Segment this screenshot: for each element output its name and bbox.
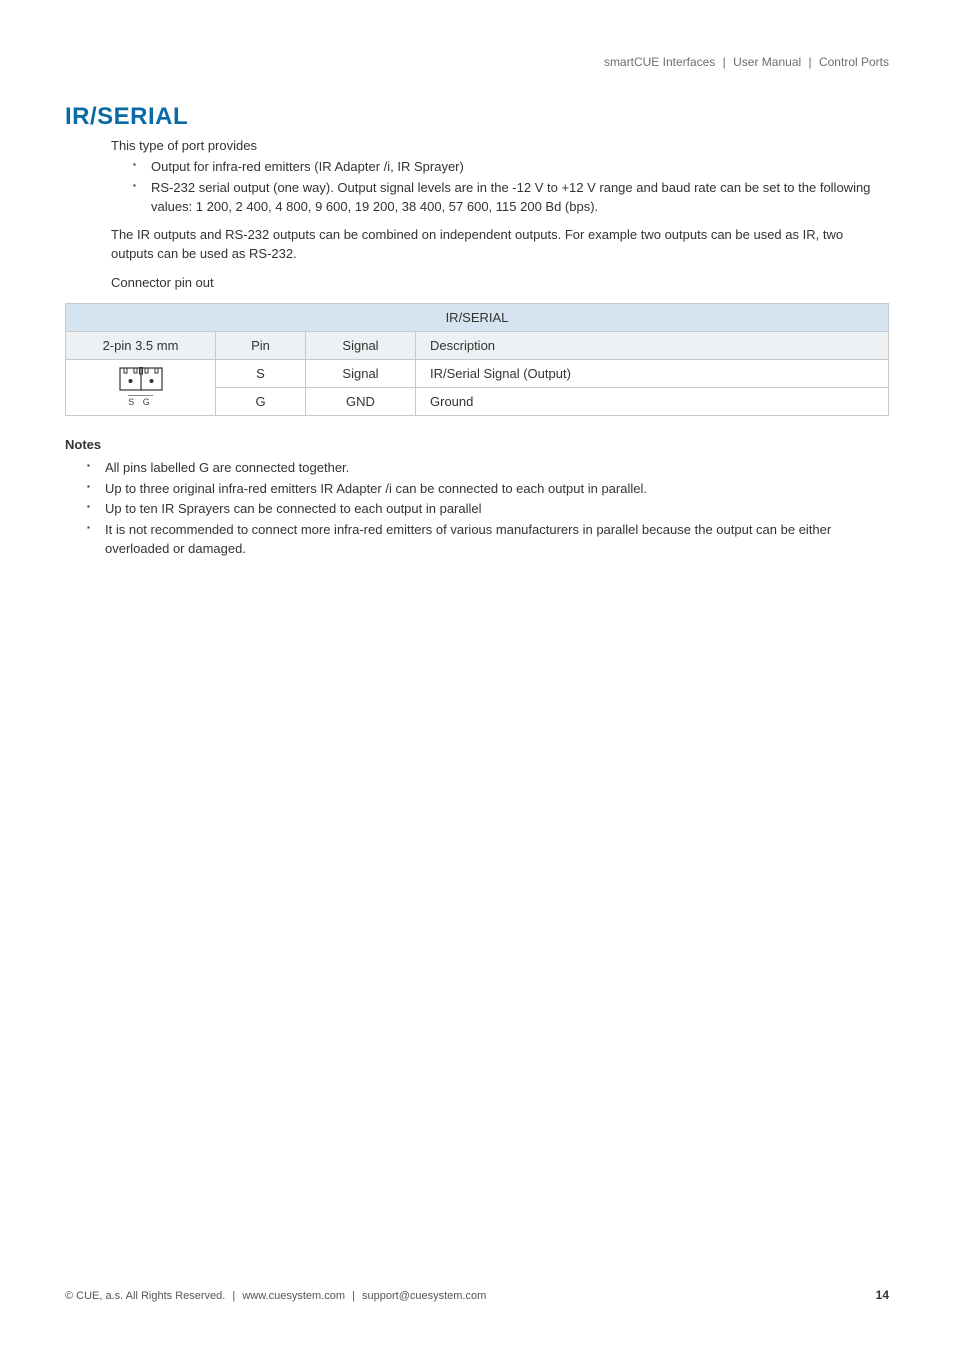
table-cell-description: Ground bbox=[416, 387, 889, 415]
pinout-label: Connector pin out bbox=[111, 274, 889, 293]
footer-copyright: © CUE, a.s. All Rights Reserved. bbox=[65, 1290, 225, 1302]
breadcrumb-doc: User Manual bbox=[733, 55, 801, 69]
intro-text: This type of port provides bbox=[111, 137, 889, 156]
table-cell-signal: Signal bbox=[306, 359, 416, 387]
footer-url: www.cuesystem.com bbox=[242, 1290, 345, 1302]
breadcrumb-section: Control Ports bbox=[819, 55, 889, 69]
page-number: 14 bbox=[876, 1288, 889, 1302]
table-cell-description: IR/Serial Signal (Output) bbox=[416, 359, 889, 387]
table-cell-pin: G bbox=[216, 387, 306, 415]
list-item: RS-232 serial output (one way). Output s… bbox=[151, 179, 889, 217]
table-title: IR/SERIAL bbox=[66, 303, 889, 331]
footer-sep: | bbox=[232, 1290, 235, 1302]
section-heading: IR/SERIAL bbox=[65, 103, 889, 131]
list-item: Output for infra-red emitters (IR Adapte… bbox=[151, 158, 889, 177]
connector-icon bbox=[119, 367, 163, 391]
page-footer: © CUE, a.s. All Rights Reserved. | www.c… bbox=[65, 1288, 889, 1302]
list-item: All pins labelled G are connected togeth… bbox=[105, 459, 889, 478]
list-item: Up to ten IR Sprayers can be connected t… bbox=[105, 500, 889, 519]
table-cell-pin: S bbox=[216, 359, 306, 387]
table-header-description: Description bbox=[416, 331, 889, 359]
footer-email: support@cuesystem.com bbox=[362, 1290, 486, 1302]
connector-diagram-cell: S G bbox=[66, 359, 216, 415]
breadcrumb-product: smartCUE Interfaces bbox=[604, 55, 715, 69]
list-item: It is not recommended to connect more in… bbox=[105, 521, 889, 559]
table-header-signal: Signal bbox=[306, 331, 416, 359]
pinout-table: IR/SERIAL 2-pin 3.5 mm Pin Signal Descri… bbox=[65, 303, 889, 416]
notes-list: All pins labelled G are connected togeth… bbox=[65, 459, 889, 559]
footer-left: © CUE, a.s. All Rights Reserved. | www.c… bbox=[65, 1290, 486, 1302]
breadcrumb-sep: | bbox=[723, 55, 726, 69]
table-header-pin: Pin bbox=[216, 331, 306, 359]
table-header-connector: 2-pin 3.5 mm bbox=[66, 331, 216, 359]
list-item: Up to three original infra-red emitters … bbox=[105, 480, 889, 499]
footer-sep: | bbox=[352, 1290, 355, 1302]
connector-pin-labels: S G bbox=[128, 395, 153, 407]
table-cell-signal: GND bbox=[306, 387, 416, 415]
breadcrumb-sep: | bbox=[809, 55, 812, 69]
breadcrumb: smartCUE Interfaces | User Manual | Cont… bbox=[65, 55, 889, 69]
notes-heading: Notes bbox=[65, 436, 889, 455]
combine-note: The IR outputs and RS-232 outputs can be… bbox=[111, 226, 889, 264]
feature-list: Output for infra-red emitters (IR Adapte… bbox=[111, 158, 889, 217]
